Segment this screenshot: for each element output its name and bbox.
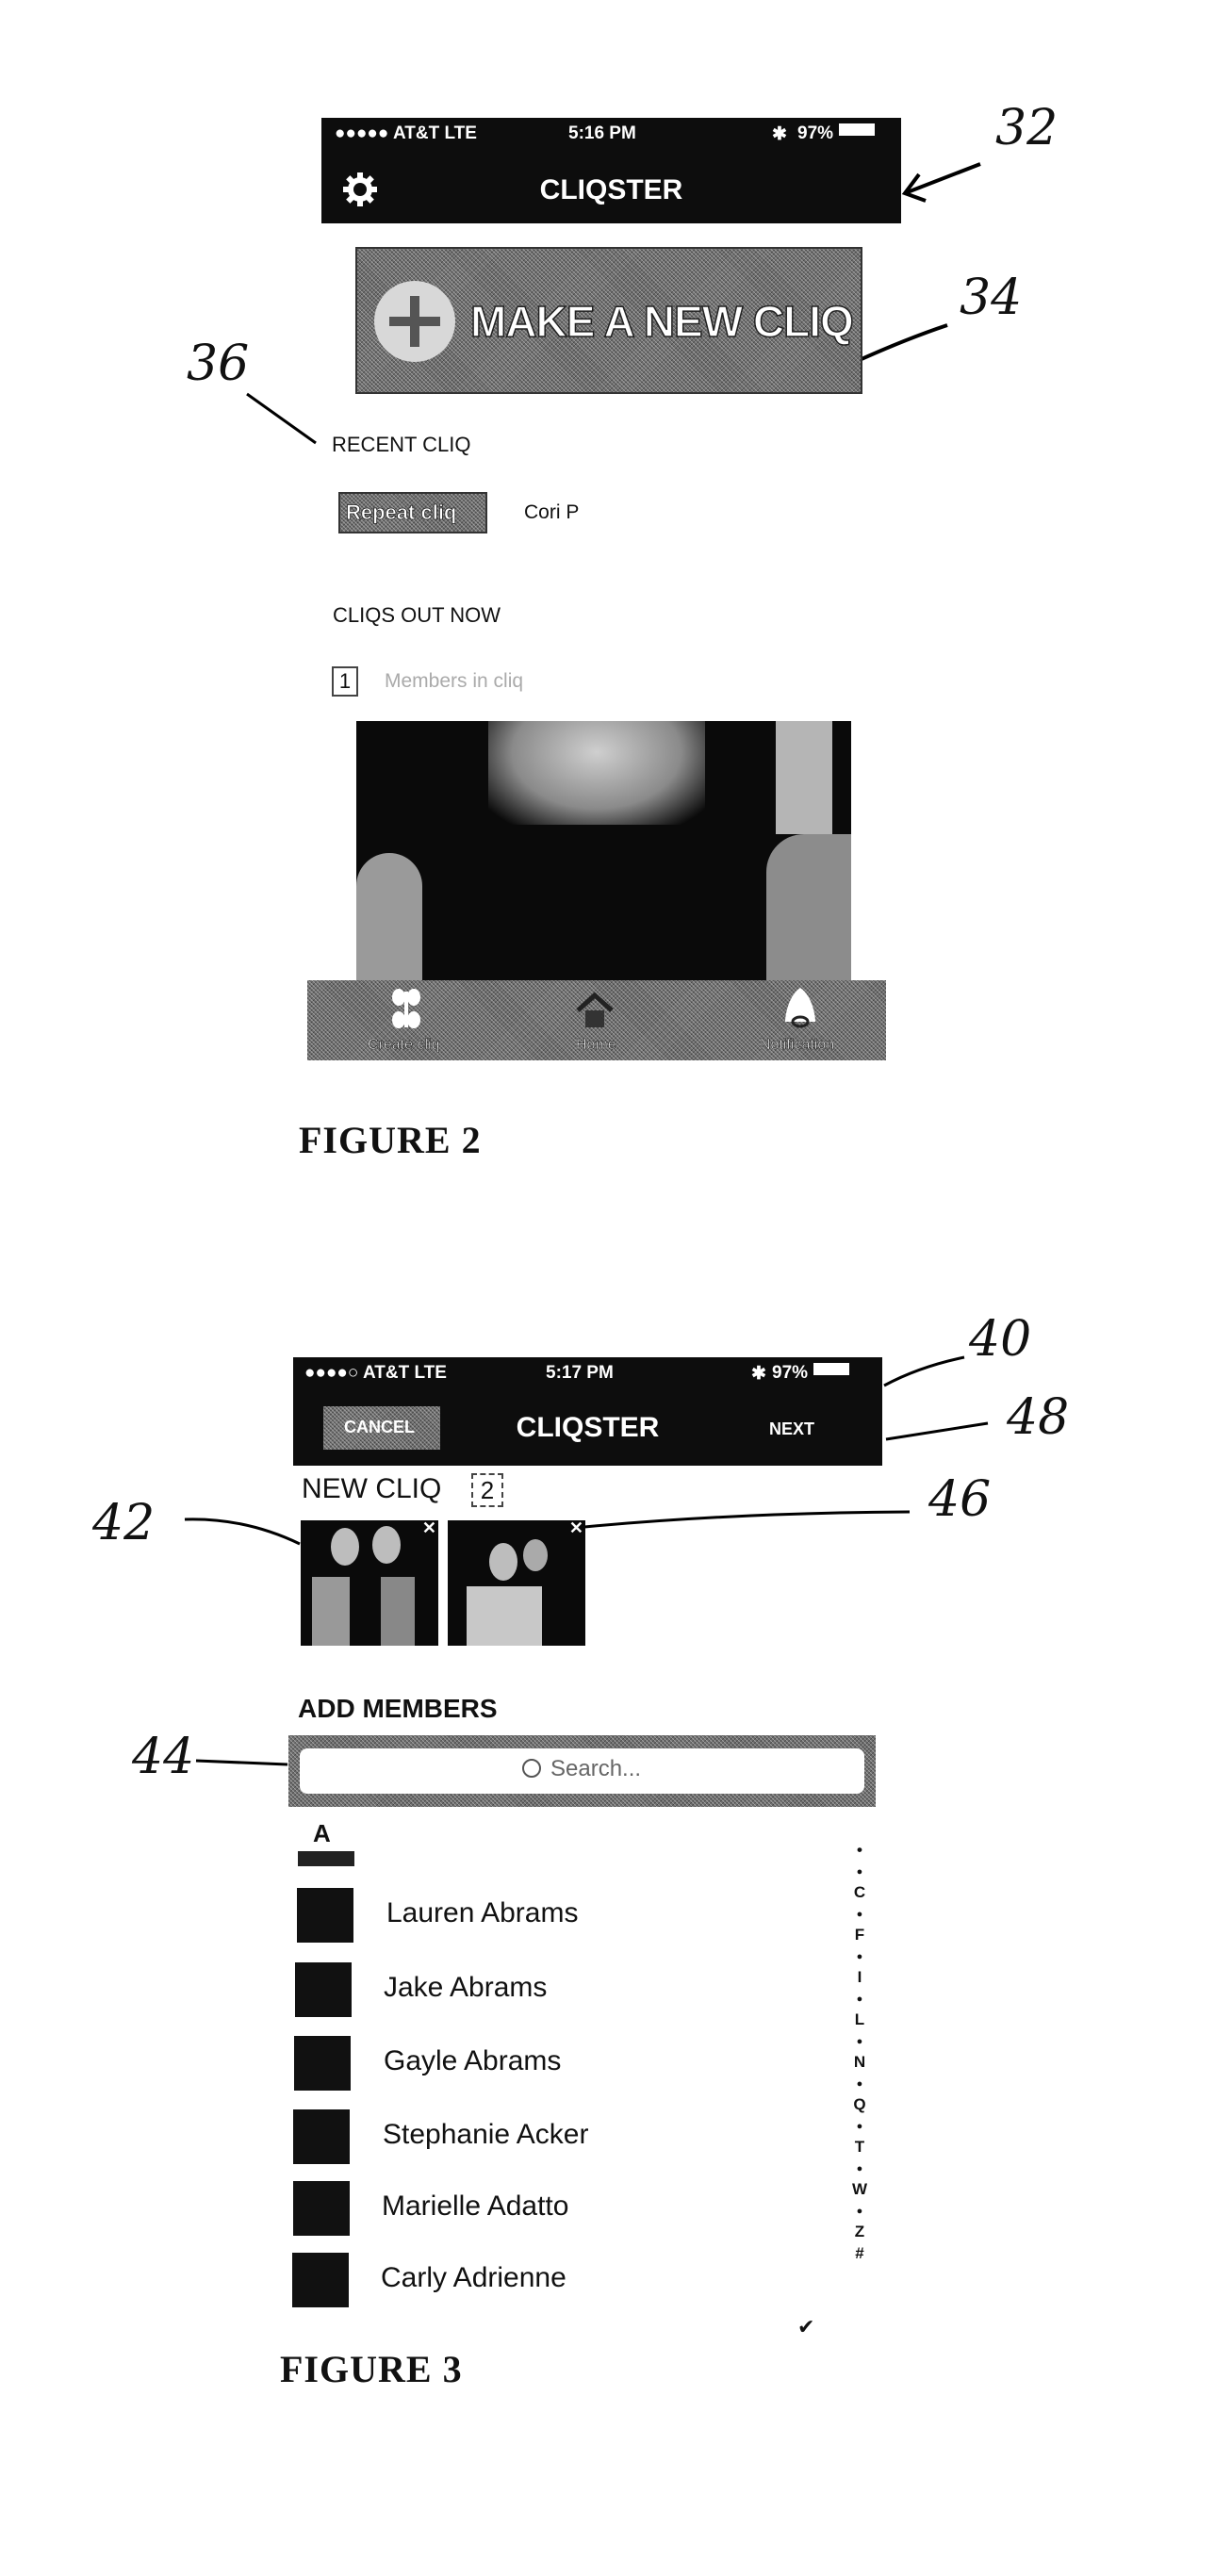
fig2-status-bar: ●●●●● AT&T LTE 5:16 PM ✱ 97% bbox=[321, 123, 901, 148]
index-entry[interactable]: ● bbox=[848, 1946, 871, 1968]
cliq-photo[interactable] bbox=[356, 721, 851, 981]
carrier-signal: ●●●●● AT&T LTE bbox=[335, 123, 477, 143]
annotation-44: 44 bbox=[132, 1729, 195, 1785]
clock: 5:17 PM bbox=[546, 1363, 614, 1383]
member-count-badge: 1 bbox=[332, 666, 358, 697]
battery-icon bbox=[813, 1363, 850, 1375]
repeat-cliq-label: Repeat cliq bbox=[346, 500, 457, 525]
member-avatar bbox=[293, 2109, 350, 2164]
make-new-cliq-label: MAKE A NEW CLIQ bbox=[469, 296, 854, 347]
member-list-item[interactable]: Carly Adrienne bbox=[381, 2262, 566, 2294]
bell-icon bbox=[785, 988, 815, 1028]
tab-notification-label: Notification bbox=[760, 1037, 835, 1054]
index-entry[interactable]: ● bbox=[848, 1904, 871, 1926]
index-entry[interactable]: T bbox=[848, 2137, 871, 2158]
index-entry[interactable]: ● bbox=[848, 2031, 871, 2053]
annotation-40: 40 bbox=[969, 1311, 1032, 1368]
index-entry[interactable]: ● bbox=[848, 2074, 871, 2095]
battery-status: 97% bbox=[772, 1363, 850, 1384]
member-list-item[interactable]: Marielle Adatto bbox=[382, 2190, 568, 2223]
recent-cliq-heading: RECENT CLIQ bbox=[332, 433, 471, 456]
index-entry[interactable]: L bbox=[848, 2010, 871, 2031]
annotation-34: 34 bbox=[960, 270, 1023, 326]
bluetooth-icon: ✱ bbox=[772, 124, 787, 144]
index-entry[interactable]: • bbox=[848, 1840, 871, 1862]
carrier-signal: ●●●●○ AT&T LTE bbox=[304, 1363, 447, 1383]
battery-percent: 97% bbox=[772, 1363, 809, 1383]
battery-status: 97% bbox=[797, 123, 876, 144]
member-avatar bbox=[292, 2253, 349, 2307]
fig3-status-bar: ●●●●○ AT&T LTE 5:17 PM ✱ 97% bbox=[293, 1363, 882, 1387]
repeat-cliq-button[interactable]: Repeat cliq bbox=[338, 492, 487, 533]
tab-home[interactable]: Home bbox=[534, 980, 656, 1060]
cliqs-out-now-heading: CLIQS OUT NOW bbox=[333, 603, 501, 627]
add-members-heading: ADD MEMBERS bbox=[298, 1694, 498, 1723]
search-icon bbox=[522, 1759, 541, 1778]
new-cliq-count-badge: 2 bbox=[471, 1473, 503, 1507]
index-entry[interactable]: F bbox=[848, 1925, 871, 1946]
annotation-32: 32 bbox=[995, 100, 1059, 156]
selected-member-thumb[interactable]: ✕ bbox=[301, 1520, 438, 1646]
tab-create-cliq-label: Create cliq bbox=[368, 1037, 440, 1054]
index-entry[interactable]: ● bbox=[848, 2201, 871, 2223]
figure-2-label: FIGURE 2 bbox=[299, 1119, 482, 1161]
search-bar-container: Search... bbox=[288, 1735, 876, 1807]
fig3-header: ●●●●○ AT&T LTE 5:17 PM ✱ 97% CANCEL CLIQ… bbox=[293, 1357, 882, 1466]
recent-member-name: Cori P bbox=[524, 501, 580, 523]
annotation-42: 42 bbox=[92, 1495, 156, 1551]
member-list-item[interactable]: Lauren Abrams bbox=[386, 1897, 578, 1929]
make-new-cliq-button[interactable]: MAKE A NEW CLIQ bbox=[355, 247, 862, 394]
tab-notification[interactable]: Notification bbox=[731, 980, 873, 1060]
index-entry[interactable]: ● bbox=[848, 1862, 871, 1883]
index-entry[interactable]: ● bbox=[848, 2158, 871, 2180]
battery-icon bbox=[839, 123, 876, 136]
app-title: CLIQSTER bbox=[539, 174, 683, 205]
bluetooth-icon: ✱ bbox=[751, 1364, 766, 1384]
alphabet-index[interactable]: • ● C ● F ● I ● L ● N ● Q ● T ● W ● Z # bbox=[848, 1840, 871, 2264]
index-entry[interactable]: # bbox=[848, 2243, 871, 2265]
member-avatar bbox=[295, 1962, 352, 2017]
tab-home-label: Home bbox=[576, 1037, 616, 1054]
member-list-item[interactable]: Stephanie Acker bbox=[383, 2119, 588, 2151]
search-placeholder: Search... bbox=[550, 1756, 642, 1781]
clock: 5:16 PM bbox=[568, 123, 636, 143]
member-avatar bbox=[293, 2181, 350, 2236]
remove-member-icon[interactable]: ✕ bbox=[569, 1520, 583, 1538]
new-cliq-heading: NEW CLIQ bbox=[302, 1473, 442, 1504]
plus-icon bbox=[374, 281, 455, 362]
remove-member-icon[interactable]: ✕ bbox=[422, 1520, 436, 1538]
partial-avatar bbox=[298, 1851, 354, 1866]
fig2-header: ●●●●● AT&T LTE 5:16 PM ✱ 97% CLIQSTER bbox=[321, 118, 901, 223]
selected-member-thumb[interactable]: ✕ bbox=[448, 1520, 585, 1646]
member-count-label: Members in cliq bbox=[385, 670, 524, 692]
annotation-48: 48 bbox=[1007, 1389, 1070, 1446]
new-cliq-count: 2 bbox=[480, 1476, 495, 1504]
search-input[interactable]: Search... bbox=[300, 1748, 864, 1794]
checkmark-icon: ✔ bbox=[797, 2315, 815, 2338]
flower-icon bbox=[392, 989, 420, 1028]
member-list-item[interactable]: Gayle Abrams bbox=[384, 2045, 561, 2077]
index-entry[interactable]: Q bbox=[848, 2094, 871, 2116]
next-button[interactable]: NEXT bbox=[769, 1419, 814, 1439]
index-entry[interactable]: C bbox=[848, 1882, 871, 1904]
home-icon bbox=[576, 992, 614, 1027]
fig2-tab-bar: Create cliq Home Notification bbox=[307, 980, 886, 1060]
index-entry[interactable]: Z bbox=[848, 2222, 871, 2243]
member-avatar bbox=[294, 2036, 351, 2091]
figure-3-label: FIGURE 3 bbox=[280, 2348, 463, 2390]
index-entry[interactable]: W bbox=[848, 2179, 871, 2201]
member-count: 1 bbox=[338, 669, 352, 693]
index-entry[interactable]: I bbox=[848, 1967, 871, 1989]
annotation-36: 36 bbox=[187, 336, 250, 392]
section-letter-a: A bbox=[313, 1819, 331, 1847]
battery-percent: 97% bbox=[797, 123, 834, 143]
index-entry[interactable]: ● bbox=[848, 2116, 871, 2138]
member-list-item[interactable]: Jake Abrams bbox=[384, 1972, 547, 2004]
tab-create-cliq[interactable]: Create cliq bbox=[345, 980, 468, 1060]
index-entry[interactable]: ● bbox=[848, 1989, 871, 2010]
index-entry[interactable]: N bbox=[848, 2052, 871, 2074]
annotation-46: 46 bbox=[928, 1471, 992, 1528]
member-avatar bbox=[297, 1888, 353, 1943]
